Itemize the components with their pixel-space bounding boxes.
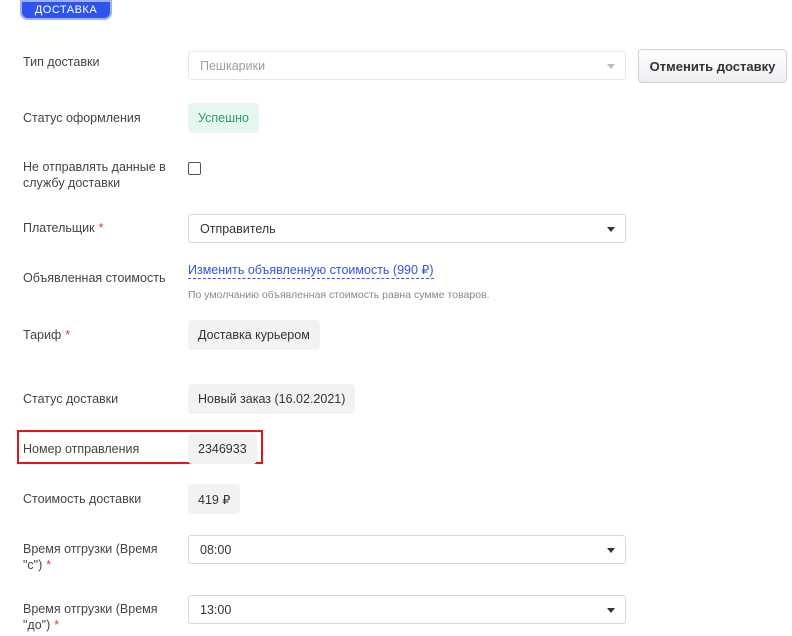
- required-marker: *: [46, 558, 52, 572]
- payer-label-text: Плательщик: [23, 221, 95, 235]
- do-not-send-checkbox[interactable]: [188, 162, 201, 175]
- chevron-down-icon: [607, 547, 615, 553]
- shipment-to-label-text: Время отгрузки (Время "до"): [23, 602, 158, 632]
- registration-status-label: Статус оформления: [23, 111, 141, 125]
- payer-select[interactable]: Отправитель: [188, 214, 626, 243]
- required-marker: *: [54, 618, 60, 632]
- payer-value: Отправитель: [200, 221, 276, 236]
- declared-value-hint: По умолчанию объявленная стоимость равна…: [188, 289, 490, 301]
- declared-value-label: Объявленная стоимость: [23, 271, 166, 285]
- delivery-cost-label: Стоимость доставки: [23, 492, 142, 506]
- required-marker: *: [98, 221, 104, 235]
- delivery-type-label: Тип доставки: [23, 55, 100, 69]
- chevron-down-icon: [607, 607, 615, 613]
- tariff-value: Доставка курьером: [188, 320, 320, 350]
- shipment-from-value: 08:00: [200, 542, 232, 557]
- required-marker: *: [65, 328, 71, 342]
- cancel-delivery-button[interactable]: Отменить доставку: [638, 49, 787, 83]
- delivery-type-value: Пешкарики: [200, 58, 266, 73]
- section-tab-delivery[interactable]: ДОСТАВКА: [20, 0, 112, 20]
- delivery-type-select[interactable]: Пешкарики: [188, 51, 626, 80]
- tariff-label-text: Тариф: [23, 328, 62, 342]
- chevron-down-icon: [607, 63, 615, 69]
- delivery-status-value: Новый заказ (16.02.2021): [188, 384, 356, 414]
- shipment-from-select[interactable]: 08:00: [188, 535, 626, 564]
- delivery-status-label: Статус доставки: [23, 392, 119, 406]
- shipment-to-select[interactable]: 13:00: [188, 595, 626, 624]
- shipment-from-label-text: Время отгрузки (Время "с"): [23, 542, 158, 572]
- tracking-number-value: 2346933: [188, 434, 257, 464]
- do-not-send-label: Не отправлять данные в службу доставки: [23, 160, 166, 190]
- registration-status-badge: Успешно: [188, 103, 259, 133]
- tariff-label: Тариф *: [23, 327, 70, 343]
- payer-label: Плательщик *: [23, 220, 104, 236]
- shipment-from-label: Время отгрузки (Время "с") *: [23, 541, 173, 573]
- delivery-cost-value: 419 ₽: [188, 484, 241, 514]
- shipment-to-label: Время отгрузки (Время "до") *: [23, 601, 173, 633]
- shipment-to-value: 13:00: [200, 602, 232, 617]
- change-declared-value-link[interactable]: Изменить объявленную стоимость (990 ₽): [188, 263, 434, 279]
- tracking-number-label: Номер отправления: [23, 442, 140, 456]
- chevron-down-icon: [607, 226, 615, 232]
